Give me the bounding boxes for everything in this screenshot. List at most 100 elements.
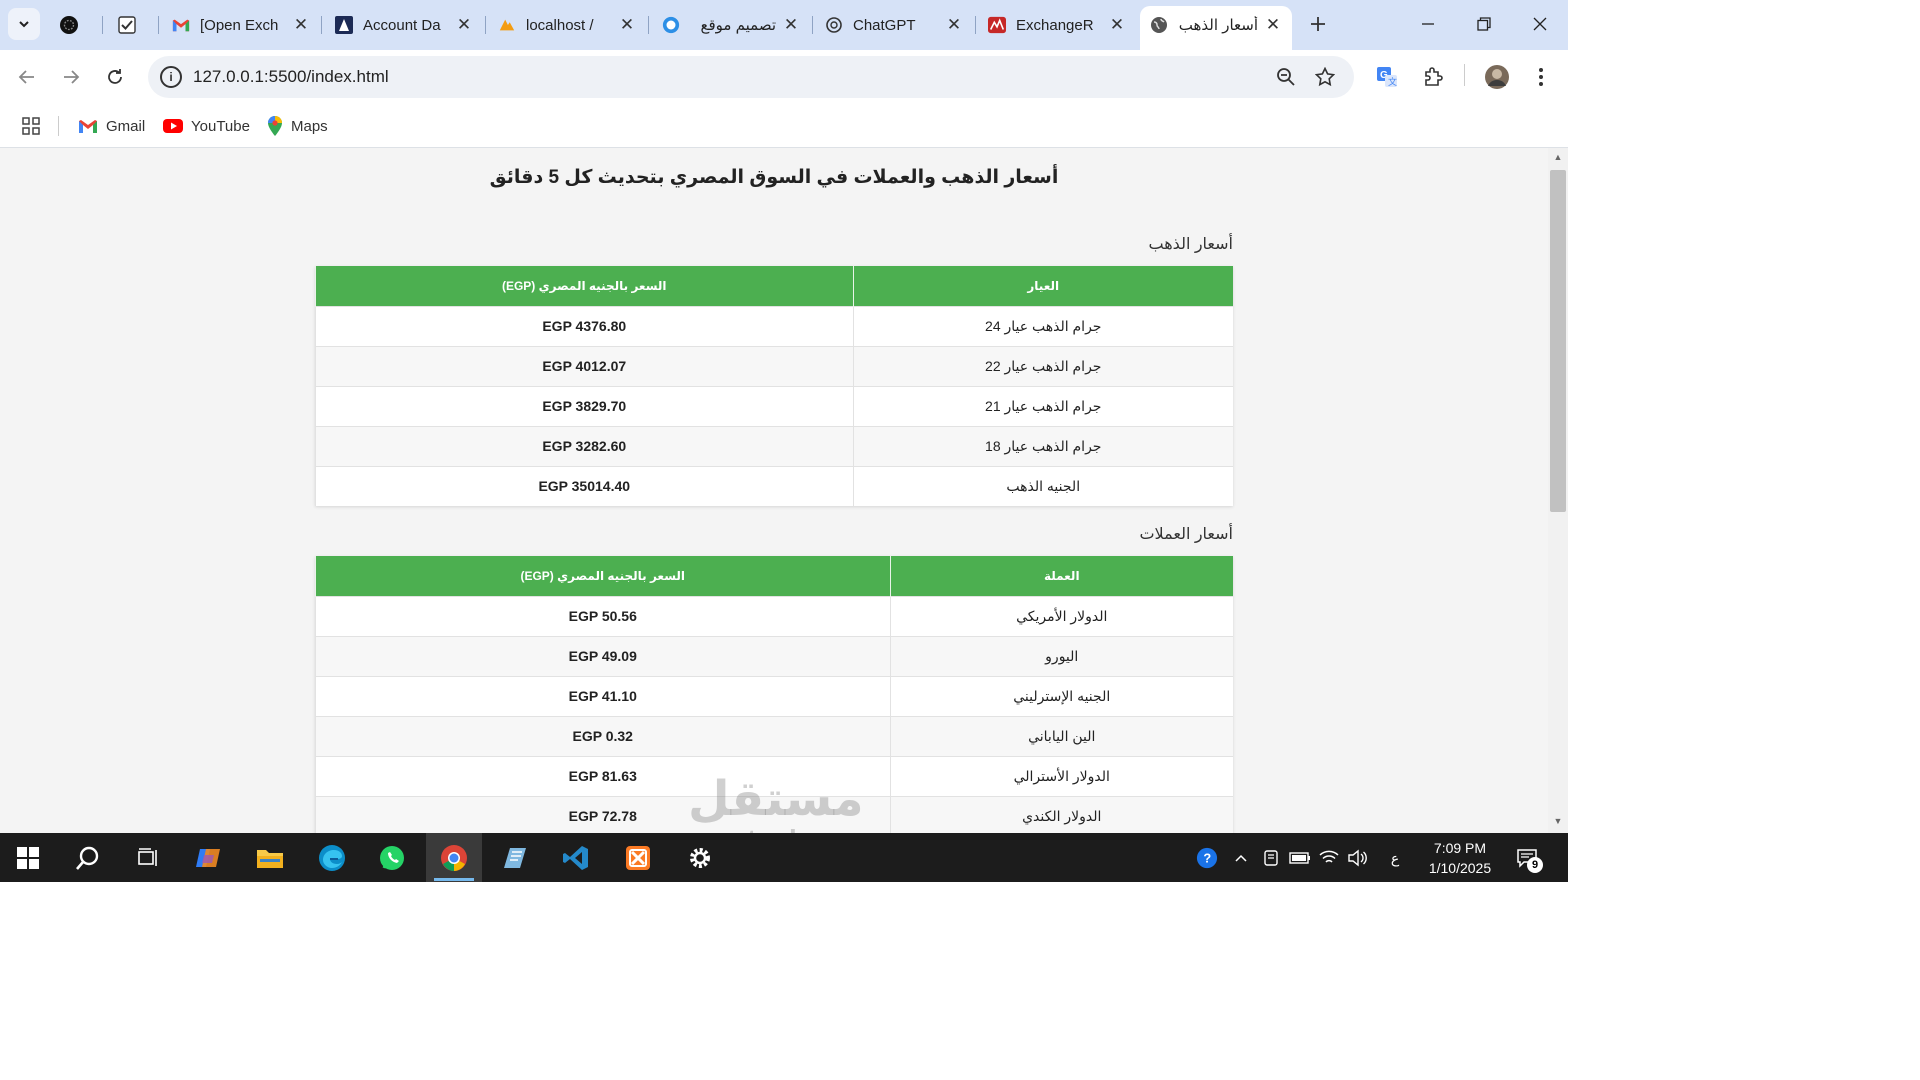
chevron-up-icon[interactable] — [1230, 847, 1252, 869]
translate-icon[interactable]: G文 — [1374, 64, 1400, 90]
gmail-icon — [172, 16, 190, 34]
currency-name-cell: الين الياباني — [889, 715, 1233, 756]
currency-name-cell: الدولار الكندي — [889, 795, 1233, 833]
tab-separator — [648, 16, 649, 34]
bookmark-star-icon[interactable] — [1313, 65, 1337, 89]
reload-button[interactable] — [100, 62, 130, 92]
tab-separator — [812, 16, 813, 34]
apps-grid-icon[interactable] — [22, 114, 40, 138]
avatar[interactable] — [1484, 64, 1510, 90]
currency-section-heading: أسعار العملات — [1139, 526, 1233, 543]
gold-name-cell: جرام الذهب عيار 24 — [852, 305, 1233, 346]
system-clock[interactable]: 7:09 PM 1/10/2025 — [1410, 838, 1510, 878]
battery-icon[interactable] — [1289, 847, 1311, 869]
tab-separator — [485, 16, 486, 34]
bookmark-maps[interactable]: Maps — [267, 114, 328, 138]
task-view-icon[interactable] — [120, 833, 176, 882]
meet-now-icon[interactable] — [1260, 847, 1282, 869]
edge-icon[interactable] — [304, 833, 360, 882]
search-icon[interactable] — [60, 833, 116, 882]
tab-separator — [158, 16, 159, 34]
close-icon — [1533, 17, 1547, 31]
tab-5[interactable]: تصميم موقع ✕ — [652, 6, 810, 44]
table-row: الين الياباني EGP 0.32 — [315, 715, 1233, 756]
whatsapp-icon[interactable] — [364, 833, 420, 882]
toolbar-divider — [1464, 64, 1465, 86]
gold-price-cell: EGP 3829.70 — [315, 385, 853, 426]
bookmark-youtube[interactable]: YouTube — [163, 114, 250, 138]
chrome-icon[interactable] — [426, 833, 482, 882]
tab-7[interactable]: ExchangeR ✕ — [978, 6, 1136, 44]
clock-time: 7:09 PM — [1433, 840, 1487, 856]
windows-taskbar: ? ع 7:09 PM 1/10/2025 9 — [0, 833, 1568, 882]
back-button[interactable] — [12, 62, 42, 92]
tab-search-button[interactable] — [8, 8, 40, 40]
table-row: الدولار الأمريكي EGP 50.56 — [315, 595, 1233, 636]
close-icon[interactable]: ✕ — [945, 15, 963, 35]
circle-blue-icon — [662, 16, 680, 34]
restore-icon — [1477, 17, 1491, 31]
tab-title: ExchangeR — [1016, 16, 1094, 34]
svg-text:文: 文 — [1388, 76, 1397, 87]
extensions-icon[interactable] — [1420, 64, 1446, 90]
currency-name-cell: الدولار الأمريكي — [889, 595, 1233, 636]
close-icon[interactable]: ✕ — [1108, 15, 1126, 35]
tab-title: أسعار الذهب — [1178, 17, 1258, 34]
file-explorer-icon[interactable] — [242, 833, 298, 882]
svg-text:?: ? — [1203, 851, 1211, 866]
reload-icon — [108, 69, 122, 84]
tab-0[interactable] — [50, 6, 100, 44]
table-row: جرام الذهب عيار 18 EGP 3282.60 — [315, 425, 1233, 466]
settings-icon[interactable] — [672, 833, 728, 882]
volume-icon[interactable] — [1346, 847, 1368, 869]
help-icon[interactable]: ? — [1196, 847, 1218, 869]
site-info-icon[interactable]: i — [160, 66, 182, 88]
xampp-icon[interactable] — [610, 833, 666, 882]
address-bar[interactable]: i 127.0.0.1:5500/index.html — [148, 56, 1354, 98]
tab-3[interactable]: Account Da ✕ — [325, 6, 483, 44]
column-header-price: السعر بالجنيه المصري (EGP) — [315, 266, 853, 306]
menu-kebab-icon[interactable] — [1528, 64, 1554, 90]
wifi-icon[interactable] — [1318, 847, 1340, 869]
restore-button[interactable] — [1464, 6, 1504, 42]
gold-name-cell: جرام الذهب عيار 18 — [852, 425, 1233, 466]
input-language-indicator[interactable]: ع — [1384, 847, 1406, 869]
tab-4[interactable]: localhost / ✕ — [488, 6, 646, 44]
close-icon[interactable]: ✕ — [782, 15, 800, 35]
windows-start-icon[interactable] — [0, 833, 56, 882]
scroll-down-arrow-icon[interactable]: ▼ — [1552, 816, 1564, 828]
close-icon[interactable]: ✕ — [1264, 15, 1282, 35]
tab-1[interactable] — [108, 6, 156, 44]
currency-name-cell: الدولار الأسترالي — [889, 755, 1233, 796]
notepad-icon[interactable] — [488, 833, 544, 882]
scroll-up-arrow-icon[interactable]: ▲ — [1552, 152, 1564, 164]
tab-title: ChatGPT — [853, 16, 916, 34]
column-header-price: السعر بالجنيه المصري (EGP) — [315, 556, 890, 596]
table-header-row: العملة السعر بالجنيه المصري (EGP) — [315, 556, 1233, 596]
currency-name-cell: اليورو — [889, 635, 1233, 676]
close-icon[interactable]: ✕ — [618, 15, 636, 35]
copilot-icon[interactable] — [180, 833, 236, 882]
tab-strip: [Open Exch ✕ Account Da ✕ localhost / ✕ … — [0, 0, 1568, 50]
tab-title: localhost / — [526, 16, 594, 34]
vertical-scrollbar[interactable]: ▲ ▼ — [1548, 148, 1568, 833]
close-window-button[interactable] — [1520, 6, 1560, 42]
scroll-thumb[interactable] — [1550, 170, 1566, 512]
watermark-arabic: مستقل — [688, 773, 864, 826]
tab-8-active[interactable]: أسعار الذهب ✕ — [1140, 6, 1292, 50]
phpmyadmin-icon — [498, 16, 516, 34]
table-row: جرام الذهب عيار 21 EGP 3829.70 — [315, 385, 1233, 426]
tab-2[interactable]: [Open Exch ✕ — [162, 6, 320, 44]
forward-button[interactable] — [56, 62, 86, 92]
gold-price-cell: EGP 4012.07 — [315, 345, 853, 386]
gold-name-cell: جرام الذهب عيار 21 — [852, 385, 1233, 426]
close-icon[interactable]: ✕ — [455, 15, 473, 35]
url-text[interactable]: 127.0.0.1:5500/index.html — [193, 67, 389, 87]
close-icon[interactable]: ✕ — [292, 15, 310, 35]
tab-6[interactable]: ChatGPT ✕ — [815, 6, 973, 44]
new-tab-button[interactable] — [1304, 10, 1332, 38]
zoom-icon[interactable] — [1274, 65, 1298, 89]
minimize-button[interactable] — [1408, 6, 1448, 42]
bookmark-gmail[interactable]: Gmail — [78, 114, 145, 138]
vscode-icon[interactable] — [548, 833, 604, 882]
